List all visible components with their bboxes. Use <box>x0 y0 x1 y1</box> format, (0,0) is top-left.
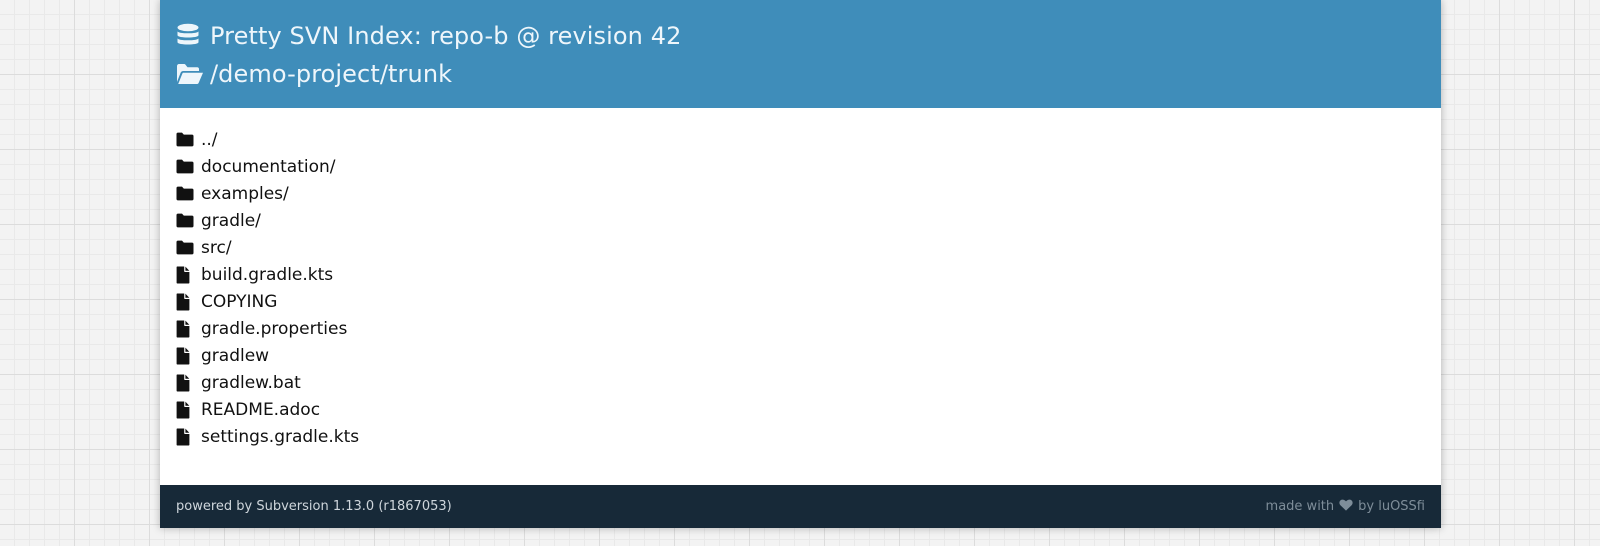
list-item: settings.gradle.kts <box>176 423 1441 450</box>
repo-title-line: Pretty SVN Index: repo-b @ revision 42 <box>176 18 1441 54</box>
file-list: ../ documentation/examples/gradle/src/bui… <box>160 108 1441 450</box>
folder-icon <box>176 159 201 174</box>
made-with-credit: made with by luOSSfi <box>1266 499 1425 515</box>
file-icon <box>176 347 201 365</box>
powered-by-text: powered by Subversion 1.13.0 (r1867053) <box>176 499 452 514</box>
file-link[interactable]: settings.gradle.kts <box>201 427 359 447</box>
file-icon <box>176 320 201 338</box>
path-line: /demo-project/trunk <box>176 56 1441 92</box>
current-path: /demo-project/trunk <box>210 60 453 88</box>
file-link[interactable]: gradlew <box>201 346 269 366</box>
file-link[interactable]: gradlew.bat <box>201 373 301 393</box>
directory-index-card: Pretty SVN Index: repo-b @ revision 42 /… <box>160 0 1441 528</box>
file-icon <box>176 374 201 392</box>
list-item: ../ <box>176 126 1441 153</box>
list-item: README.adoc <box>176 396 1441 423</box>
list-item: gradle.properties <box>176 315 1441 342</box>
file-icon <box>176 428 201 446</box>
file-link[interactable]: gradle.properties <box>201 319 347 339</box>
page-footer: powered by Subversion 1.13.0 (r1867053) … <box>160 485 1441 528</box>
file-link[interactable]: README.adoc <box>201 400 320 420</box>
file-icon <box>176 401 201 419</box>
made-with-text: made with <box>1265 499 1335 514</box>
folder-link[interactable]: gradle/ <box>201 211 261 231</box>
file-link[interactable]: COPYING <box>201 292 277 312</box>
folder-link[interactable]: ../ <box>201 130 218 150</box>
list-item: documentation/ <box>176 153 1441 180</box>
folder-icon <box>176 213 201 228</box>
file-link[interactable]: build.gradle.kts <box>201 265 333 285</box>
file-icon <box>176 266 201 284</box>
folder-open-icon <box>176 63 210 85</box>
folder-link[interactable]: src/ <box>201 238 232 258</box>
list-item: src/ <box>176 234 1441 261</box>
folder-icon <box>176 132 201 147</box>
folder-icon <box>176 240 201 255</box>
list-item: gradlew.bat <box>176 369 1441 396</box>
list-item: gradlew <box>176 342 1441 369</box>
folder-icon <box>176 186 201 201</box>
list-item: COPYING <box>176 288 1441 315</box>
page-header: Pretty SVN Index: repo-b @ revision 42 /… <box>160 0 1441 108</box>
page-title: Pretty SVN Index: repo-b @ revision 42 <box>210 22 682 50</box>
folder-link[interactable]: documentation/ <box>201 157 335 177</box>
list-item: build.gradle.kts <box>176 261 1441 288</box>
list-item: gradle/ <box>176 207 1441 234</box>
author-text: by luOSSfi <box>1358 499 1425 514</box>
database-icon <box>176 23 210 49</box>
file-icon <box>176 293 201 311</box>
heart-icon <box>1339 499 1353 515</box>
list-item: examples/ <box>176 180 1441 207</box>
folder-link[interactable]: examples/ <box>201 184 289 204</box>
